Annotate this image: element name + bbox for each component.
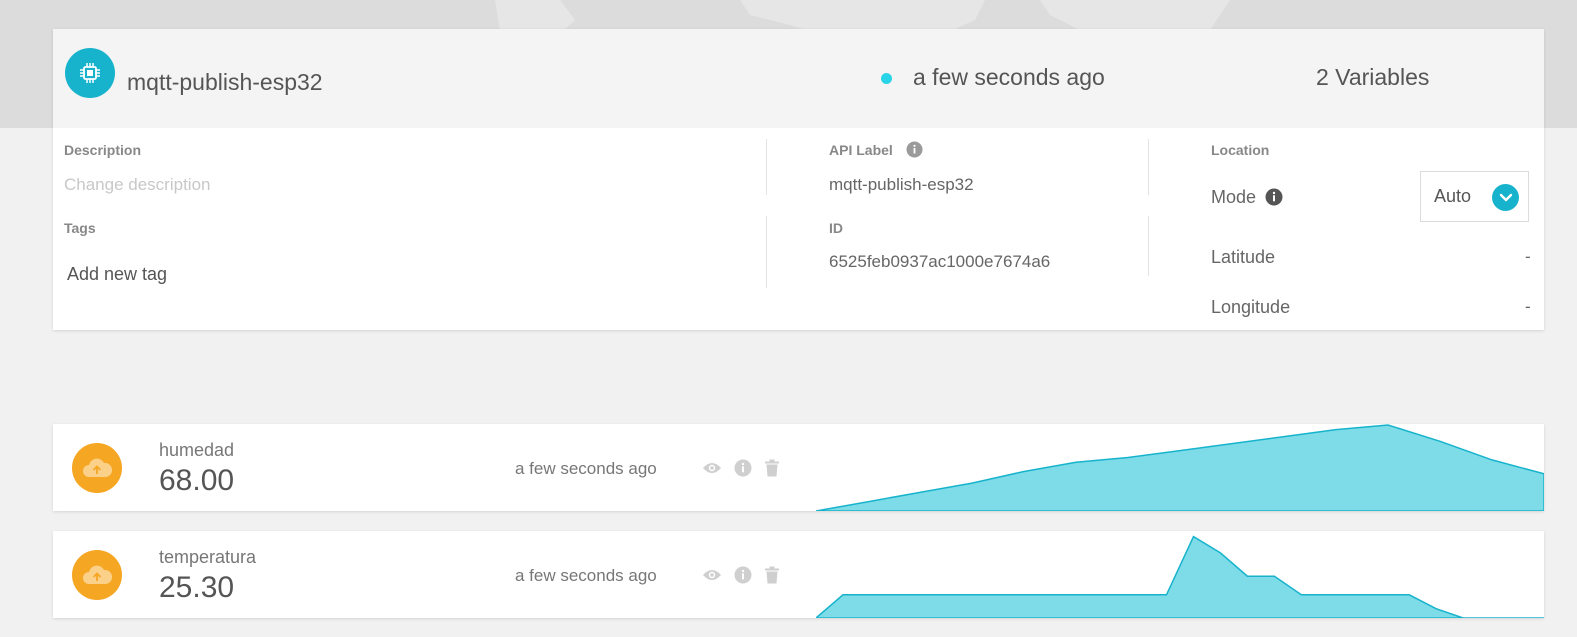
eye-icon[interactable] xyxy=(702,565,722,585)
api-label-label: API Label xyxy=(829,142,893,158)
cloud-upload-icon xyxy=(72,443,122,493)
device-header: mqtt-publish-esp32 a few seconds ago 2 V… xyxy=(53,29,1544,128)
divider xyxy=(1148,216,1149,276)
latitude-label: Latitude xyxy=(1211,247,1276,267)
variable-last-updated: a few seconds ago xyxy=(515,566,657,585)
longitude-label: Longitude xyxy=(1211,297,1291,317)
trash-icon[interactable] xyxy=(762,458,782,478)
chevron-down-icon[interactable] xyxy=(1492,184,1519,211)
device-details-card: mqtt-publish-esp32 a few seconds ago 2 V… xyxy=(53,29,1544,330)
trash-icon[interactable] xyxy=(762,565,782,585)
variable-last-updated: a few seconds ago xyxy=(515,459,657,478)
variable-name[interactable]: humedad xyxy=(159,440,234,461)
info-icon[interactable] xyxy=(733,458,753,478)
variable-value: 68.00 xyxy=(159,464,235,497)
longitude-value: - xyxy=(1525,297,1531,316)
divider xyxy=(766,216,767,288)
divider xyxy=(766,139,767,195)
info-icon[interactable] xyxy=(733,565,753,585)
api-label-value: mqtt-publish-esp32 xyxy=(829,175,974,194)
divider xyxy=(1148,139,1149,195)
description-input[interactable]: Change description xyxy=(64,175,210,195)
mode-select[interactable]: Auto xyxy=(1420,171,1529,222)
chip-icon xyxy=(65,48,115,98)
sparkline-area xyxy=(816,424,1544,511)
mode-value: Auto xyxy=(1434,186,1472,206)
location-label: Location xyxy=(1211,142,1270,158)
variable-name[interactable]: temperatura xyxy=(159,547,256,568)
tags-label: Tags xyxy=(64,220,96,236)
sparkline-chart xyxy=(816,424,1544,511)
info-icon[interactable] xyxy=(906,141,923,158)
variable-card-temperatura[interactable]: temperatura 25.30 a few seconds ago xyxy=(53,531,1544,618)
variable-value: 25.30 xyxy=(159,571,235,604)
mode-label: Mode xyxy=(1211,187,1257,207)
id-label: ID xyxy=(829,220,843,236)
device-id-value: 6525feb0937ac1000e7674a6 xyxy=(829,252,1051,271)
sparkline-chart xyxy=(816,535,1544,618)
sparkline-area xyxy=(816,535,1544,618)
status-dot xyxy=(881,73,892,84)
cloud-upload-icon xyxy=(72,550,122,600)
variable-card-humedad[interactable]: humedad 68.00 a few seconds ago xyxy=(53,424,1544,511)
variable-count: 2 Variables xyxy=(1316,64,1430,90)
eye-icon[interactable] xyxy=(702,458,722,478)
mode-info-icon[interactable] xyxy=(1265,188,1283,206)
device-name[interactable]: mqtt-publish-esp32 xyxy=(127,69,323,96)
latitude-value: - xyxy=(1525,247,1531,266)
add-tag-button[interactable]: Add new tag xyxy=(67,264,167,285)
last-activity: a few seconds ago xyxy=(913,64,1105,90)
description-label: Description xyxy=(64,142,142,158)
